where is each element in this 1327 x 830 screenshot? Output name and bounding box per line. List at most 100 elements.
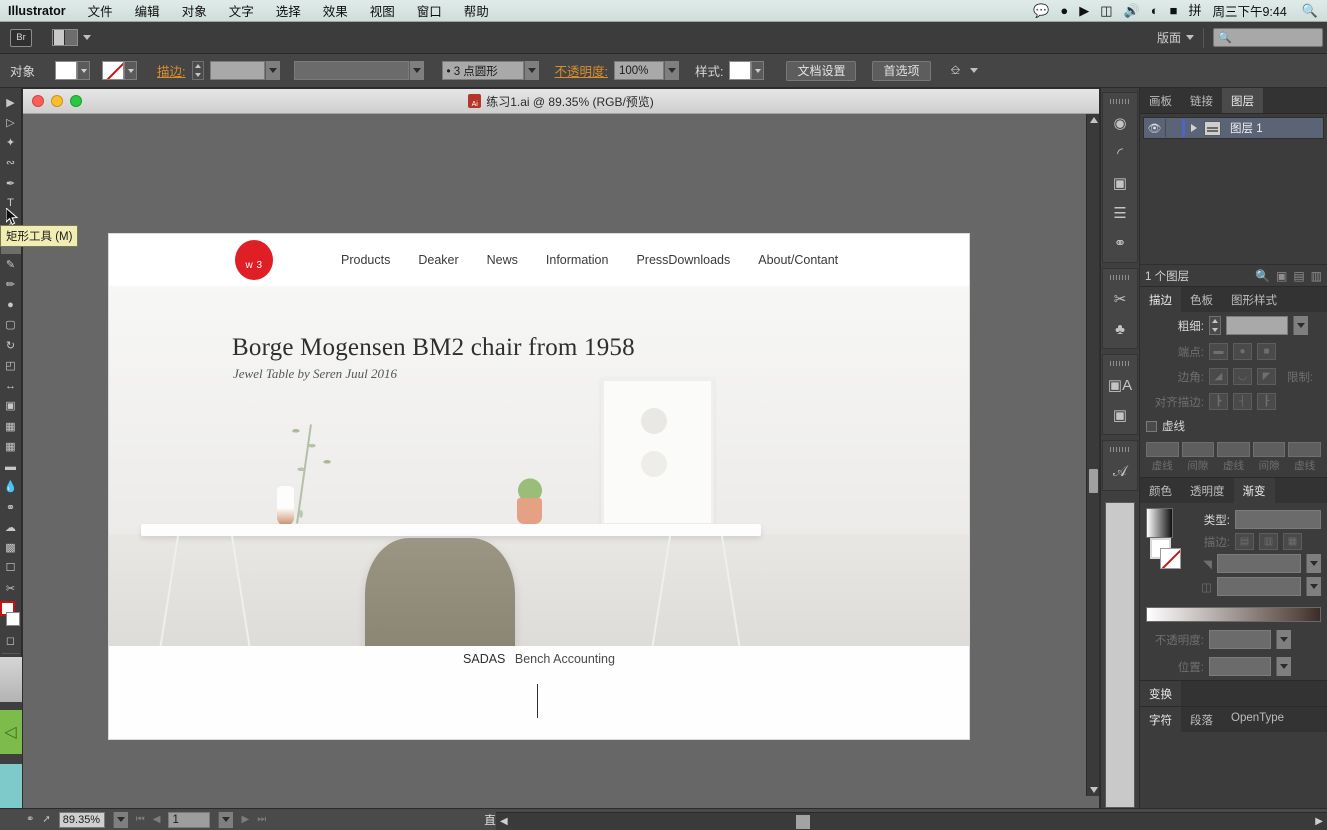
brush-chevron-down-icon[interactable] xyxy=(523,61,539,80)
tab-paragraph[interactable]: 段落 xyxy=(1181,707,1222,732)
menu-select[interactable]: 选择 xyxy=(265,1,312,20)
zoom-chevron-down-icon[interactable] xyxy=(112,811,128,828)
brush-definition-combo[interactable]: • 3 点圆形 xyxy=(441,61,539,80)
dashed-line-checkbox[interactable] xyxy=(1146,420,1157,432)
make-clipping-mask-icon[interactable]: ▣ xyxy=(1276,269,1287,283)
pencil-tool[interactable]: ✏ xyxy=(1,274,21,294)
tab-graphic-styles[interactable]: 图形样式 xyxy=(1222,287,1286,312)
hero-subtitle[interactable]: Jewel Table by Seren Juul 2016 xyxy=(233,366,397,382)
align-inside-stroke-button[interactable]: ┤ xyxy=(1233,393,1252,410)
rail-grip-icon[interactable] xyxy=(1110,275,1130,280)
slice-tool[interactable]: ✂ xyxy=(1,578,21,598)
hero-title[interactable]: Borge Mogensen BM2 chair from 1958 xyxy=(232,334,635,362)
character-panel-icon[interactable]: 𝒜 xyxy=(1105,456,1135,486)
canvas-horizontal-scrollbar[interactable]: ◀ ▶ xyxy=(496,812,1327,830)
projecting-cap-button[interactable]: ■ xyxy=(1257,343,1276,360)
tab-color[interactable]: 颜色 xyxy=(1140,478,1181,503)
select-similar-icon[interactable]: ⎒ xyxy=(951,63,961,78)
align-center-stroke-button[interactable]: ┣ xyxy=(1209,393,1228,410)
opacity-control[interactable]: 100% xyxy=(613,61,679,80)
gradient-tool[interactable]: ▬ xyxy=(1,457,21,477)
tab-character[interactable]: 字符 xyxy=(1140,707,1181,732)
align-panel-icon[interactable]: ☰ xyxy=(1105,198,1135,228)
share-icon[interactable]: ➚ xyxy=(42,814,50,825)
wifi-icon[interactable]: ◐ xyxy=(1151,4,1159,17)
menu-object[interactable]: 对象 xyxy=(171,1,218,20)
fill-swatch[interactable] xyxy=(55,61,78,80)
gradient-opacity-value[interactable] xyxy=(1209,630,1271,649)
caption-text[interactable]: Bench Accounting xyxy=(515,652,615,666)
gradient-swatch[interactable] xyxy=(0,657,22,702)
tab-stroke[interactable]: 描边 xyxy=(1140,287,1181,312)
bevel-join-button[interactable]: ◤ xyxy=(1257,368,1276,385)
rail-grip-icon[interactable] xyxy=(1110,361,1130,366)
document-titlebar[interactable]: Ai 练习1.ai @ 89.35% (RGB/预览) xyxy=(23,89,1099,114)
round-join-button[interactable]: ◡ xyxy=(1233,368,1252,385)
disclosure-triangle-icon[interactable] xyxy=(1191,124,1197,132)
scale-tool[interactable]: ◰ xyxy=(1,355,21,375)
eraser-tool[interactable]: ▢ xyxy=(1,315,21,335)
gradient-slider[interactable] xyxy=(1146,607,1321,622)
pen-tool[interactable]: ✒ xyxy=(1,173,21,193)
gradient-along-stroke-button[interactable]: ▥ xyxy=(1259,533,1278,550)
artboard-tool[interactable]: ☐ xyxy=(1,558,21,578)
menu-help[interactable]: 帮助 xyxy=(453,1,500,20)
gradient-panel-icon[interactable]: ◜ xyxy=(1105,138,1135,168)
rotate-tool[interactable]: ↻ xyxy=(1,335,21,355)
align-outside-stroke-button[interactable]: ┠ xyxy=(1257,393,1276,410)
layers-list[interactable]: 👁 图层 1 xyxy=(1140,114,1327,264)
stroke-weight-value[interactable] xyxy=(1226,316,1288,335)
gap-field-1[interactable] xyxy=(1181,442,1215,457)
nav-link-information[interactable]: Information xyxy=(546,253,609,267)
column-graph-tool[interactable]: ▩ xyxy=(1,538,21,558)
caption-brand[interactable]: SADAS xyxy=(463,652,505,666)
artboard[interactable]: w 3 Products Deaker News Information Pre… xyxy=(109,234,969,739)
stroke-color-indicator[interactable] xyxy=(6,612,20,627)
drawing-mode-icon[interactable] xyxy=(0,763,22,808)
blob-brush-tool[interactable]: ● xyxy=(1,295,21,315)
search-input[interactable]: 🔍 xyxy=(1213,28,1323,47)
stroke-swatch-none[interactable] xyxy=(102,61,125,80)
rail-grip-icon[interactable] xyxy=(1110,447,1130,452)
battery-icon[interactable]: ■ xyxy=(1170,4,1178,17)
nav-link-pressdownloads[interactable]: PressDownloads xyxy=(636,253,730,267)
stroke-indicator-none[interactable] xyxy=(1160,548,1181,569)
gradient-within-stroke-button[interactable]: ▤ xyxy=(1235,533,1254,550)
locate-object-icon[interactable]: 🔍 xyxy=(1255,269,1270,283)
rail-slider-well[interactable] xyxy=(1105,502,1135,808)
stroke-weight-label[interactable]: 描边: xyxy=(157,61,185,80)
menubar-clock[interactable]: 周三下午9:44 xyxy=(1212,1,1290,20)
preferences-button[interactable]: 首选项 xyxy=(872,60,931,81)
brushes-panel-icon[interactable]: ✂ xyxy=(1105,284,1135,314)
last-page-icon[interactable]: ⏭ xyxy=(257,814,266,825)
gap-field-2[interactable] xyxy=(1252,442,1286,457)
stroke-weight-combo[interactable] xyxy=(209,61,280,80)
fill-chevron-down-icon[interactable] xyxy=(77,61,91,80)
blend-tool[interactable]: ⚭ xyxy=(1,497,21,517)
fill-color-control[interactable] xyxy=(55,61,91,80)
nav-link-news[interactable]: News xyxy=(487,253,518,267)
selection-tool[interactable]: ▶ xyxy=(1,92,21,112)
scroll-left-icon[interactable]: ◀ xyxy=(496,816,512,827)
menubar-app-name[interactable]: Illustrator xyxy=(0,4,77,18)
transparency-panel-icon[interactable]: ▣ xyxy=(1105,168,1135,198)
menu-view[interactable]: 视图 xyxy=(359,1,406,20)
artboard-panel-icon[interactable]: ◉ xyxy=(1105,108,1135,138)
arrange-documents-icon[interactable] xyxy=(52,29,78,46)
wechat-icon[interactable]: 💬 xyxy=(1033,4,1049,17)
opacity-label[interactable]: 不透明度: xyxy=(555,61,608,80)
paintbrush-tool[interactable]: ✎ xyxy=(1,254,21,274)
artboard-chevron-down-icon[interactable] xyxy=(218,811,234,828)
graphic-style-swatch[interactable] xyxy=(729,61,752,80)
tab-artboards[interactable]: 画板 xyxy=(1140,88,1181,113)
select-similar-chevron-down-icon[interactable] xyxy=(970,68,979,73)
gradient-type-value[interactable] xyxy=(1235,510,1321,529)
workspace-chevron-down-icon[interactable] xyxy=(1186,35,1194,40)
brush-definition-value[interactable]: • 3 点圆形 xyxy=(441,61,524,80)
first-page-icon[interactable]: ⏮ xyxy=(136,814,145,825)
lasso-tool[interactable]: ∾ xyxy=(1,153,21,173)
arrange-chevron-down-icon[interactable] xyxy=(83,35,91,40)
zoom-level-input[interactable]: 89.35% xyxy=(58,811,105,828)
next-page-icon[interactable]: ▶ xyxy=(241,814,249,825)
input-method-icon[interactable]: 拼 xyxy=(1188,4,1201,17)
